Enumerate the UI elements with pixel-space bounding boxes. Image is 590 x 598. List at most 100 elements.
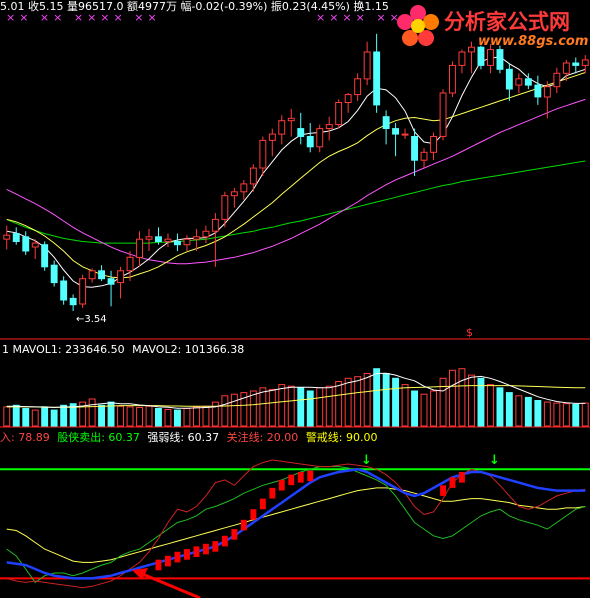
volume-bar: [468, 374, 475, 427]
volume-bar: [392, 377, 400, 427]
volume-bar: [420, 393, 428, 427]
candle: [411, 136, 419, 161]
candle: [126, 256, 134, 272]
volume-bar: [268, 388, 276, 427]
stock-chart: [0, 0, 590, 598]
candle: [278, 120, 286, 135]
volume-label: 1 MAVOL1: 233646.50 MAVOL2: 101366.38: [2, 343, 244, 356]
candle: [344, 94, 352, 103]
volume-bar: [88, 398, 96, 427]
candle: [354, 78, 362, 96]
candle: [572, 62, 580, 66]
candle: [505, 68, 513, 90]
volume-bar: [543, 401, 551, 427]
volume-bar: [22, 408, 30, 427]
candle: [174, 241, 181, 246]
volume-bar: [335, 381, 343, 427]
candle: [316, 128, 324, 148]
volume-bar: [3, 406, 11, 427]
volume-bar: [174, 409, 181, 427]
candle: [12, 233, 20, 243]
indicator-first: 入: 78.89: [0, 431, 50, 444]
volume-bar: [524, 396, 532, 427]
volume-bar: [230, 393, 238, 427]
volume-bar: [449, 369, 456, 427]
indicator-bar: [459, 472, 465, 483]
volume-bar: [183, 408, 191, 427]
candle: [155, 236, 162, 243]
volume-bar: [60, 404, 68, 427]
indicator-bar: [250, 509, 257, 520]
volume-bar: [316, 387, 324, 427]
candle: [41, 244, 49, 268]
volume-bar: [411, 390, 419, 427]
mavol2-value: 101366.38: [184, 343, 245, 356]
candle: [221, 195, 229, 220]
volume-bar: [382, 373, 390, 427]
candle: [31, 242, 39, 248]
candle: [306, 136, 314, 148]
volume-bar: [31, 409, 39, 427]
volume-bar: [211, 401, 219, 427]
indicator-bar: [259, 498, 266, 510]
down-arrow-icon: ↓: [489, 453, 500, 468]
volume-bar: [126, 406, 134, 427]
candle: [401, 133, 409, 136]
volume-bar: [505, 392, 513, 427]
candle: [145, 236, 153, 240]
volume-bar: [401, 384, 409, 427]
volume-bar: [354, 376, 362, 427]
candle: [515, 78, 523, 86]
markers-left: ×× ×× ×××× ××: [6, 11, 161, 24]
candle: [202, 230, 210, 238]
volume-prefix: 1: [2, 343, 9, 356]
indicator-third: 强弱线: 60.37: [147, 431, 220, 444]
candle: [325, 124, 333, 129]
down-arrow-icon: ↓: [361, 453, 372, 468]
candle: [230, 191, 238, 197]
candle: [458, 51, 466, 66]
indicator-bar: [440, 485, 446, 496]
volume-bar: [249, 390, 257, 427]
volume-bar: [145, 405, 153, 427]
candle: [259, 139, 267, 169]
candle: [79, 278, 87, 305]
volume-bar: [581, 402, 589, 427]
volume-bar: [534, 400, 542, 427]
indicator-label: 入: 78.89 股侠卖出: 60.37 强弱线: 60.37 关注线: 20.…: [0, 431, 378, 444]
volume-bar: [297, 387, 305, 427]
indicator-bar: [449, 477, 456, 488]
candle: [287, 117, 295, 122]
candle: [581, 59, 589, 66]
volume-bar: [136, 407, 144, 427]
volume-bar: [193, 406, 200, 427]
volume-bar: [344, 377, 352, 427]
candle: [335, 102, 343, 126]
candle: [449, 64, 456, 94]
volume-bar: [164, 409, 172, 427]
volume-bar: [458, 368, 466, 427]
candle: [363, 51, 371, 80]
volume-bar: [430, 390, 438, 427]
candle: [268, 133, 276, 141]
candle: [524, 78, 532, 86]
candle: [22, 236, 30, 252]
candle: [107, 278, 115, 285]
indicator-bar: [212, 541, 219, 552]
candle: [88, 270, 96, 280]
candle: [543, 86, 551, 98]
volume-bar: [572, 403, 580, 427]
indicator-bar: [288, 474, 295, 486]
volume-bar: [562, 403, 570, 427]
candle: [60, 280, 68, 301]
candle: [562, 62, 570, 74]
indicator-fourth: 关注线: 20.00: [226, 431, 299, 444]
indicator-bar: [231, 529, 238, 540]
candle: [240, 183, 248, 193]
flower-logo-icon: [397, 5, 439, 46]
candle: [392, 128, 400, 135]
candle: [534, 84, 542, 98]
volume-bar: [439, 377, 447, 427]
mavol1-value: 233646.50: [65, 343, 125, 356]
indicator-bar: [240, 519, 247, 531]
